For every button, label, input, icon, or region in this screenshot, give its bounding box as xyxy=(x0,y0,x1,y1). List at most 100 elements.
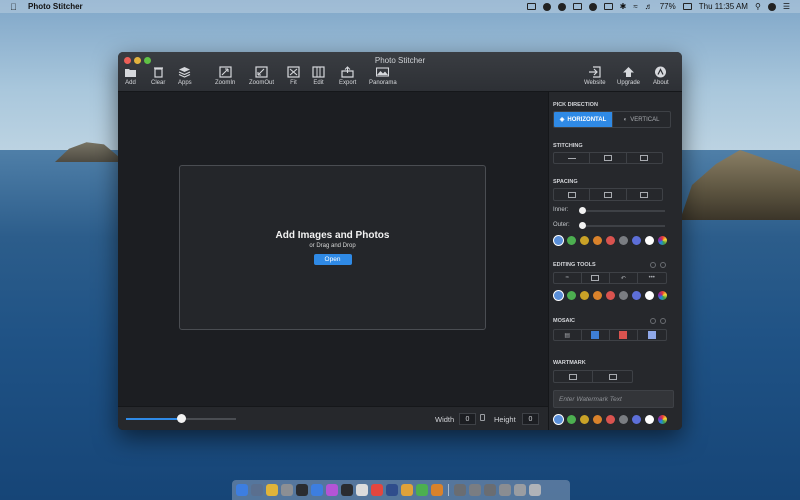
color-swatch[interactable] xyxy=(645,415,654,424)
color-swatch[interactable] xyxy=(619,236,628,245)
terminal-icon[interactable] xyxy=(296,484,308,496)
color-swatch[interactable] xyxy=(567,415,576,424)
photoshop-icon[interactable] xyxy=(386,484,398,496)
stitch-crop-alt-option[interactable] xyxy=(627,153,662,163)
battery-percent[interactable]: 77% xyxy=(660,2,676,11)
editing-toggle-icon[interactable] xyxy=(660,262,666,268)
rectangle-tool[interactable] xyxy=(582,273,611,283)
color-swatch[interactable] xyxy=(645,236,654,245)
color-swatch[interactable] xyxy=(606,291,615,300)
mosaic-lines-option[interactable]: ▤ xyxy=(554,330,582,340)
user-avatar-icon[interactable] xyxy=(767,2,776,11)
lock-icon[interactable] xyxy=(480,414,485,421)
bluetooth-icon[interactable]: ✱ xyxy=(620,2,627,11)
website-button[interactable]: Website xyxy=(584,66,606,86)
sketch-icon[interactable] xyxy=(401,484,413,496)
chart-icon[interactable] xyxy=(572,3,582,10)
screen-icon[interactable] xyxy=(526,3,536,10)
xcode-icon[interactable] xyxy=(557,2,566,11)
color-swatch[interactable] xyxy=(580,415,589,424)
clock[interactable]: Thu 11:35 AM xyxy=(699,2,748,11)
color-swatch[interactable] xyxy=(606,236,615,245)
outer-slider-knob[interactable] xyxy=(579,222,586,229)
appstore-icon[interactable] xyxy=(311,484,323,496)
flag-icon[interactable] xyxy=(603,3,613,10)
watermark-image-option[interactable] xyxy=(554,371,594,382)
appletv-icon[interactable] xyxy=(341,484,353,496)
zoomout-button[interactable]: ZoomOut xyxy=(249,66,274,86)
drop-zone[interactable]: Add Images and Photos or Drag and Drop O… xyxy=(179,165,486,330)
height-field[interactable]: 0 xyxy=(522,413,539,425)
podcasts-icon[interactable] xyxy=(326,484,338,496)
color-swatch[interactable] xyxy=(554,415,563,424)
photos-icon[interactable] xyxy=(356,484,368,496)
chrome-icon[interactable] xyxy=(266,484,278,496)
finder-icon[interactable] xyxy=(236,484,248,496)
spacing-option-2[interactable] xyxy=(590,189,627,200)
color-swatch[interactable] xyxy=(632,236,641,245)
stitch-canvas[interactable]: Add Images and Photos or Drag and Drop O… xyxy=(118,92,548,406)
mosaic-red-option[interactable] xyxy=(610,330,638,340)
color-swatch[interactable] xyxy=(658,291,667,300)
watermark-text-option[interactable] xyxy=(593,371,632,382)
color-swatch[interactable] xyxy=(606,415,615,424)
wechat-dock-icon[interactable] xyxy=(416,484,428,496)
news-icon[interactable] xyxy=(371,484,383,496)
control-center-icon[interactable]: ☰ xyxy=(783,2,790,11)
color-swatch[interactable] xyxy=(580,291,589,300)
battery-icon[interactable] xyxy=(682,3,692,10)
color-swatch[interactable] xyxy=(619,415,628,424)
dock-window-2[interactable] xyxy=(469,484,481,496)
inner-slider-knob[interactable] xyxy=(579,207,586,214)
color-swatch[interactable] xyxy=(554,236,563,245)
dock-window-1[interactable] xyxy=(454,484,466,496)
stitch-crop-option[interactable] xyxy=(590,153,627,163)
edit-button[interactable]: Edit xyxy=(312,66,325,86)
brush-tool[interactable]: ≈ xyxy=(554,273,582,283)
undo-tool[interactable]: ↶ xyxy=(610,273,638,283)
color-swatch[interactable] xyxy=(593,291,602,300)
fit-button[interactable]: Fit xyxy=(287,66,300,86)
zoomin-button[interactable]: ZoomIn xyxy=(215,66,235,86)
about-button[interactable]: About xyxy=(653,66,669,86)
wifi-icon[interactable]: ≈ xyxy=(633,2,637,11)
mosaic-light-option[interactable] xyxy=(638,330,666,340)
trash-dock-icon[interactable] xyxy=(529,484,541,496)
apple-icon[interactable]:  xyxy=(10,2,20,12)
more-tool[interactable]: ••• xyxy=(638,273,666,283)
clear-button[interactable]: Clear xyxy=(151,66,165,86)
search-icon[interactable]: ⚲ xyxy=(755,2,761,11)
dock-window-3[interactable] xyxy=(484,484,496,496)
menu-app-name[interactable]: Photo Stitcher xyxy=(28,2,83,11)
color-swatch[interactable] xyxy=(645,291,654,300)
color-swatch[interactable] xyxy=(554,291,563,300)
color-swatch[interactable] xyxy=(658,415,667,424)
color-swatch[interactable] xyxy=(658,236,667,245)
mosaic-toggle-icon[interactable] xyxy=(660,318,666,324)
photo-stitcher-dock-icon[interactable] xyxy=(431,484,443,496)
add-button[interactable]: Add xyxy=(124,66,137,86)
launchpad-icon[interactable] xyxy=(251,484,263,496)
color-swatch[interactable] xyxy=(593,415,602,424)
stitch-align-option[interactable] xyxy=(554,153,591,163)
spacing-option-1[interactable] xyxy=(554,189,591,200)
export-button[interactable]: Export xyxy=(339,66,356,86)
wechat-icon[interactable] xyxy=(542,2,551,11)
watermark-text-input[interactable]: Enter Watermark Text xyxy=(553,390,674,408)
color-swatch[interactable] xyxy=(632,415,641,424)
dock-window-4[interactable] xyxy=(499,484,511,496)
open-button[interactable]: Open xyxy=(313,254,352,265)
panorama-button[interactable]: Panorama xyxy=(369,66,397,86)
safari-icon[interactable] xyxy=(281,484,293,496)
horizontal-option[interactable]: ◈ HORIZONTAL xyxy=(554,112,613,127)
upgrade-button[interactable]: Upgrade xyxy=(617,66,640,86)
color-swatch[interactable] xyxy=(593,236,602,245)
color-swatch[interactable] xyxy=(619,291,628,300)
outer-slider[interactable] xyxy=(579,225,665,227)
downloads-icon[interactable] xyxy=(514,484,526,496)
vertical-option[interactable]: ◐ VERTICAL xyxy=(613,112,670,127)
spacing-option-3[interactable] xyxy=(627,189,662,200)
editing-reset-icon[interactable] xyxy=(650,262,656,268)
color-swatch[interactable] xyxy=(580,236,589,245)
width-field[interactable]: 0 xyxy=(459,413,476,425)
